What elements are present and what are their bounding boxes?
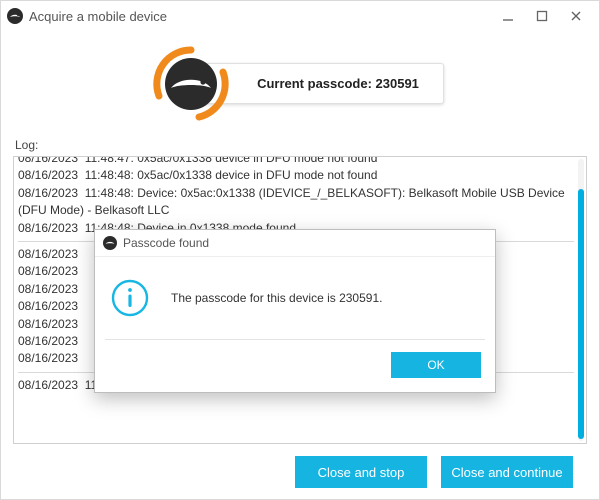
dialog-message: The passcode for this device is 230591. [171, 291, 382, 305]
log-line: 08/16/2023 11:48:47: 0x5ac/0x1338 device… [18, 156, 574, 167]
passcode-found-dialog: Passcode found The passcode for this dev… [94, 229, 496, 393]
spinner-badge-icon [151, 44, 231, 124]
window-buttons [491, 4, 593, 28]
log-line: 08/16/2023 11:48:48: Device: 0x5ac:0x133… [18, 185, 574, 220]
log-scrollbar-thumb[interactable] [578, 189, 584, 439]
app-logo-icon [7, 8, 23, 24]
close-and-stop-button[interactable]: Close and stop [295, 456, 427, 488]
window-title: Acquire a mobile device [29, 9, 491, 24]
passcode-banner: Current passcode: 230591 [13, 31, 587, 136]
dialog-titlebar: Passcode found [95, 230, 495, 257]
close-and-continue-button[interactable]: Close and continue [441, 456, 573, 488]
log-scrollbar[interactable] [578, 159, 584, 441]
ok-button[interactable]: OK [391, 352, 481, 378]
app-logo-icon [103, 236, 117, 250]
app-window: Acquire a mobile device [0, 0, 600, 500]
footer: Close and stop Close and continue [13, 444, 587, 499]
passcode-text: Current passcode: 230591 [257, 76, 419, 91]
titlebar: Acquire a mobile device [1, 1, 599, 31]
dialog-body: The passcode for this device is 230591. [95, 257, 495, 339]
log-label: Log: [15, 138, 585, 152]
close-button[interactable] [559, 4, 593, 28]
minimize-button[interactable] [491, 4, 525, 28]
dialog-title: Passcode found [123, 236, 209, 250]
log-line: 08/16/2023 11:48:48: 0x5ac/0x1338 device… [18, 167, 574, 184]
maximize-button[interactable] [525, 4, 559, 28]
info-icon [111, 279, 149, 317]
passcode-display: Current passcode: 230591 [196, 63, 444, 104]
dialog-footer: OK [95, 340, 495, 392]
